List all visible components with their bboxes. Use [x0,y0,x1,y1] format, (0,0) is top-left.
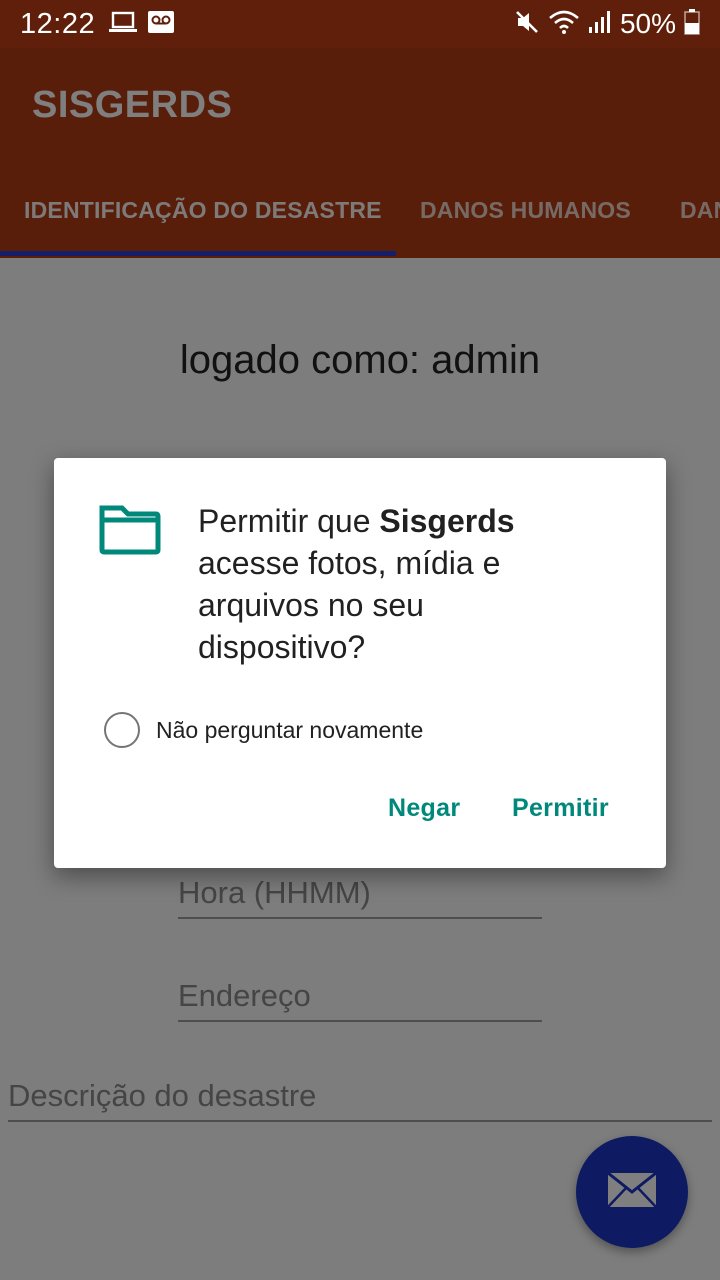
signal-icon [588,10,612,39]
laptop-icon [109,11,138,38]
folder-icon [98,502,162,558]
wifi-icon [548,9,580,40]
status-right-icons: 50% [514,8,700,40]
permission-dialog: Permitir que Sisgerds acesse fotos, mídi… [54,458,666,868]
deny-button[interactable]: Negar [388,794,460,823]
dialog-message: Permitir que Sisgerds acesse fotos, mídi… [198,500,538,668]
mute-icon [514,9,540,40]
dialog-message-prefix: Permitir que [198,503,380,539]
status-time: 12:22 [20,7,96,40]
dont-ask-again-label[interactable]: Não perguntar novamente [156,717,423,744]
voicemail-icon [147,10,175,39]
dialog-app-name: Sisgerds [379,503,515,539]
status-bar: 12:22 50% [0,0,720,48]
screen: 12:22 50% Permitir que Sisgerds acesse f… [0,0,720,1280]
allow-button[interactable]: Permitir [512,794,609,823]
battery-percent: 50% [619,8,676,39]
dont-ask-again-row[interactable]: Não perguntar novamente [104,712,423,748]
dialog-message-suffix: acesse fotos, mídia e arquivos no seu di… [198,545,501,665]
status-left-icons [109,10,175,39]
dont-ask-again-checkbox[interactable] [104,712,140,748]
battery-icon [684,8,700,40]
